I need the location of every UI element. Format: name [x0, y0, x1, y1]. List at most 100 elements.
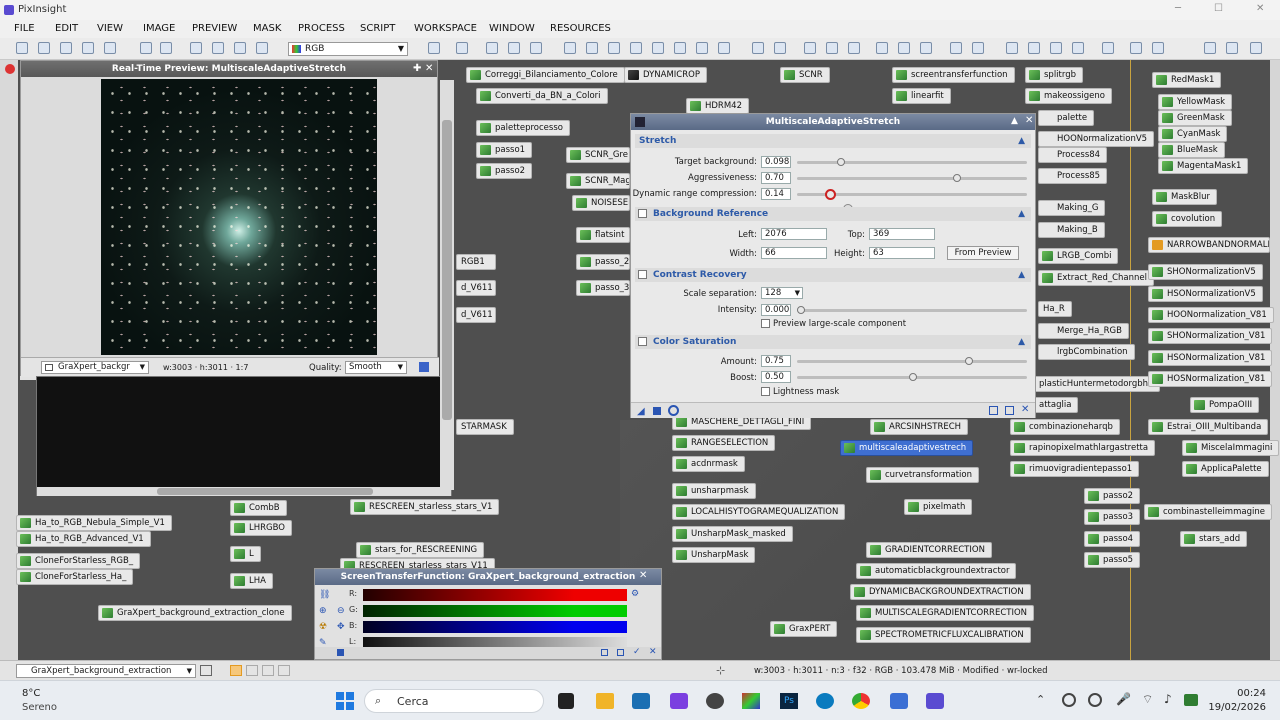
process-icon[interactable]: lrgbCombination	[1038, 344, 1135, 360]
process-icon[interactable]: Correggi_Bilanciamento_Colore	[466, 67, 625, 83]
process-icon[interactable]: LHA	[230, 573, 273, 589]
stf-green-bar[interactable]	[363, 605, 627, 617]
process-icon[interactable]: HOSNormalization_V81	[1148, 371, 1273, 387]
mask-icon[interactable]	[230, 665, 242, 676]
process-icon[interactable]: d_V611	[456, 280, 496, 296]
track-icon[interactable]	[419, 362, 429, 372]
fit-icon[interactable]	[586, 42, 598, 54]
browse-doc-icon[interactable]	[989, 406, 998, 415]
tool-icon[interactable]	[1250, 42, 1262, 54]
tool-icon[interactable]	[1204, 42, 1216, 54]
save-as-icon[interactable]	[82, 42, 94, 54]
menu-edit[interactable]: EDIT	[55, 23, 78, 34]
zoom-icon[interactable]	[804, 42, 816, 54]
process-icon[interactable]: RESCREEN_starless_stars_V1	[350, 499, 500, 515]
reset-icon[interactable]	[1005, 406, 1014, 415]
zoom-in-icon[interactable]: ⊕	[319, 606, 327, 616]
process-icon[interactable]: GreenMask	[1158, 110, 1232, 126]
process-icon[interactable]: d_V611	[456, 307, 496, 323]
process-icon[interactable]: Estrai_OIII_Multibanda	[1148, 419, 1269, 435]
process-icon[interactable]: NOISESEI	[572, 195, 630, 211]
pin-icon[interactable]: ✚	[413, 63, 421, 74]
apply-icon[interactable]	[337, 649, 344, 656]
image-window[interactable]	[36, 376, 452, 496]
process-icon[interactable]: flatsint	[576, 227, 630, 243]
doc-icon[interactable]	[601, 649, 608, 656]
process-icon[interactable]: CyanMask	[1158, 126, 1228, 142]
taskbar-search[interactable]: ⌕ Cerca	[364, 689, 544, 713]
intensity-field[interactable]: 0.000	[761, 304, 791, 316]
close-icon[interactable]: ✕	[1025, 115, 1033, 126]
process-icon-selected[interactable]: multiscaleadaptivestrech	[840, 440, 974, 456]
left-field[interactable]: 2076	[761, 228, 827, 240]
tool-icon[interactable]	[262, 665, 274, 676]
menu-process[interactable]: PROCESS	[298, 23, 345, 34]
stretch-section[interactable]: Stretch ▲	[635, 134, 1031, 148]
tool-icon[interactable]	[278, 665, 290, 676]
process-icon[interactable]: SHONormalizationV5	[1148, 264, 1263, 280]
contrast-recovery-section[interactable]: Contrast Recovery ▲	[635, 268, 1031, 282]
menu-script[interactable]: SCRIPT	[360, 23, 395, 34]
drc-field[interactable]: 0.14	[761, 188, 791, 200]
process-icon[interactable]: L	[230, 546, 261, 562]
tool-icon[interactable]	[1152, 42, 1164, 54]
process-icon[interactable]: passo_2	[576, 254, 630, 270]
process-icon[interactable]: CombB	[230, 500, 287, 516]
zoom-icon[interactable]	[848, 42, 860, 54]
pan-icon[interactable]	[630, 42, 642, 54]
process-icon[interactable]: makeossigeno	[1025, 88, 1112, 104]
process-icon[interactable]: Converti_da_BN_a_Colori	[476, 88, 608, 104]
process-icon[interactable]: ApplicaPalette	[1182, 461, 1269, 477]
menu-view[interactable]: VIEW	[97, 23, 123, 34]
process-icon[interactable]: HSONormalization_V81	[1148, 350, 1273, 366]
process-icon[interactable]: DYNAMICBACKGROUNDEXTRACTION	[850, 584, 1031, 600]
quality-select[interactable]: Smooth ▼	[345, 361, 407, 374]
process-icon[interactable]: passo3	[1084, 509, 1141, 525]
process-icon[interactable]: automaticblackgroundextractor	[856, 563, 1017, 579]
process-icon[interactable]: passo5	[1084, 552, 1141, 568]
close-icon[interactable]: ✕	[1256, 3, 1264, 14]
process-icon[interactable]: LOCALHISYTOGRAMEQUALIZATION	[672, 504, 846, 520]
process-icon[interactable]: YellowMask	[1158, 94, 1233, 110]
tray-icon[interactable]	[1088, 693, 1102, 707]
minimize-icon[interactable]: ─	[1175, 3, 1181, 14]
channel-icon[interactable]	[486, 42, 498, 54]
close-icon[interactable]: ✕	[649, 647, 657, 657]
width-field[interactable]: 66	[761, 247, 827, 259]
process-icon[interactable]: SPECTROMETRICFLUXCALIBRATION	[856, 627, 1031, 643]
process-icon[interactable]: rimuovigradientepasso1	[1010, 461, 1140, 477]
microphone-icon[interactable]: 🎤	[1116, 692, 1131, 706]
scrollbar-thumb[interactable]	[442, 120, 452, 420]
zoom-in-icon[interactable]	[752, 42, 764, 54]
menu-resources[interactable]: RESOURCES	[550, 23, 611, 34]
stf-blue-bar[interactable]	[363, 621, 627, 633]
move-icon[interactable]	[564, 42, 576, 54]
process-icon[interactable]: HDRM42	[686, 98, 749, 114]
process-icon[interactable]: passo2	[1084, 488, 1141, 504]
process-icon[interactable]: HSONormalizationV5	[1148, 286, 1263, 302]
process-icon[interactable]: SCNR_Gre	[566, 147, 630, 163]
horizontal-scrollbar[interactable]	[37, 487, 451, 496]
tool-icon[interactable]	[696, 42, 708, 54]
app-icon[interactable]	[742, 693, 760, 709]
open-icon[interactable]	[38, 42, 50, 54]
task-view-icon[interactable]	[558, 693, 574, 709]
link-icon[interactable]: ⛓	[319, 590, 330, 600]
reset-all-icon[interactable]: ✕	[1021, 404, 1029, 415]
collapse-icon[interactable]: ▲	[1011, 116, 1018, 126]
process-icon[interactable]: pixelmath	[904, 499, 973, 515]
aggr-slider[interactable]	[797, 174, 1027, 182]
view-select[interactable]: GraXpert_backgr ▼	[41, 361, 149, 374]
weather-temp[interactable]: 8°C	[22, 688, 40, 699]
app-icon[interactable]	[632, 693, 650, 709]
app-icon[interactable]	[890, 693, 908, 709]
wifi-icon[interactable]: ⌔	[1142, 692, 1153, 707]
redo-icon[interactable]	[160, 42, 172, 54]
process-icon[interactable]: PompaOIII	[1190, 397, 1260, 413]
process-icon[interactable]: rapinopixelmathlargastretta	[1010, 440, 1156, 456]
tool-icon[interactable]	[898, 42, 910, 54]
vertical-scrollbar[interactable]	[440, 80, 454, 490]
photoshop-icon[interactable]: Ps	[780, 693, 798, 709]
menu-image[interactable]: IMAGE	[143, 23, 175, 34]
boost-field[interactable]: 0.50	[761, 371, 791, 383]
